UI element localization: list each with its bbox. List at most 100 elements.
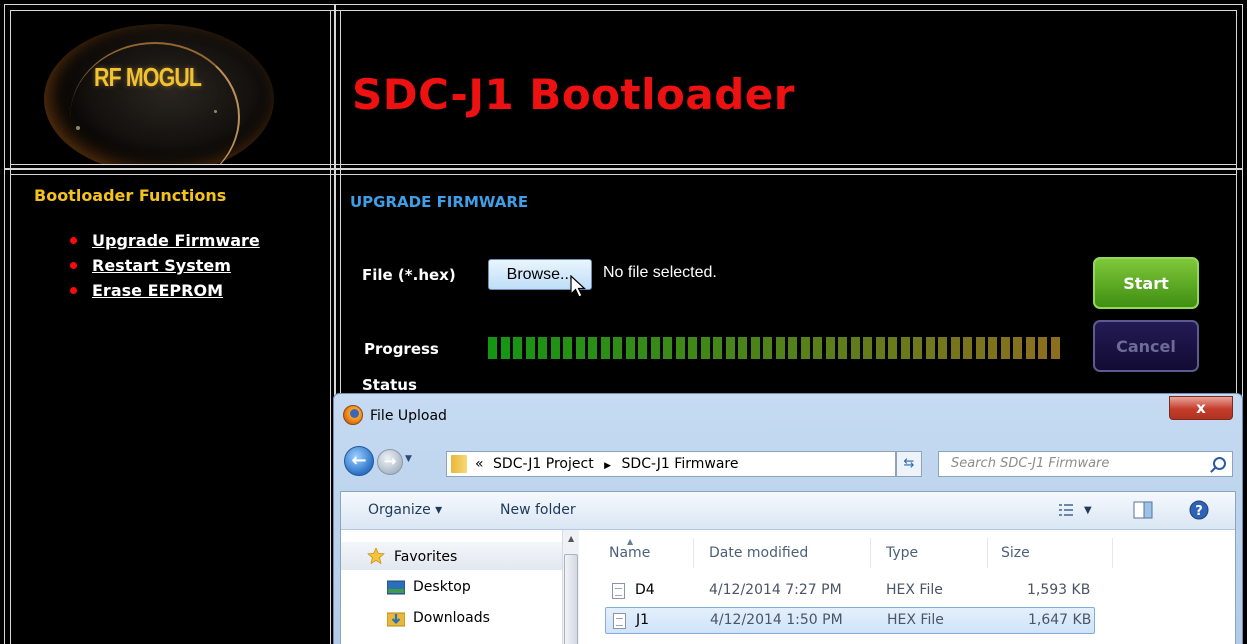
file-row-j1[interactable]: J1 4/12/2014 1:50 PM HEX File 1,647 KB bbox=[605, 607, 1095, 634]
progress-segment bbox=[963, 337, 972, 359]
progress-segment bbox=[925, 337, 935, 359]
star-icon bbox=[367, 548, 385, 564]
search-input[interactable]: Search SDC-J1 Firmware bbox=[938, 451, 1233, 477]
dialog-body: Organize ▾ New folder ▼ ? Favorites Desk… bbox=[340, 491, 1236, 644]
preview-pane-icon[interactable] bbox=[1133, 501, 1153, 519]
help-icon[interactable]: ? bbox=[1189, 500, 1209, 520]
scroll-up-icon[interactable]: ▲ bbox=[568, 534, 574, 543]
column-type[interactable]: Type bbox=[886, 545, 918, 561]
progress-segment bbox=[500, 337, 510, 359]
sidebar-menu: Upgrade Firmware Restart System Erase EE… bbox=[70, 231, 260, 306]
progress-segment bbox=[1025, 337, 1035, 359]
address-overflow[interactable]: « bbox=[475, 456, 484, 472]
view-dropdown-icon[interactable]: ▼ bbox=[1084, 505, 1092, 516]
progress-segment bbox=[600, 337, 610, 359]
column-name[interactable]: Name ▲ bbox=[609, 537, 650, 561]
new-folder-button[interactable]: New folder bbox=[500, 502, 576, 518]
progress-segment bbox=[563, 337, 572, 359]
upgrade-firmware-link[interactable]: Upgrade Firmware bbox=[92, 231, 260, 250]
nav-scrollbar[interactable]: ▲ bbox=[562, 530, 579, 644]
breadcrumb-sdc-j1-firmware[interactable]: SDC-J1 Firmware bbox=[622, 456, 739, 472]
restart-system-link[interactable]: Restart System bbox=[92, 256, 231, 275]
dialog-toolbar: Organize ▾ New folder ▼ ? bbox=[341, 492, 1235, 530]
column-date-modified[interactable]: Date modified bbox=[709, 545, 808, 561]
column-separator bbox=[987, 538, 988, 568]
file-label: File (*.hex) bbox=[362, 266, 456, 284]
progress-segment bbox=[525, 337, 535, 359]
progress-segment bbox=[975, 337, 985, 359]
breadcrumb-sdc-j1-project[interactable]: SDC-J1 Project bbox=[493, 456, 594, 472]
cancel-button[interactable]: Cancel bbox=[1093, 320, 1199, 372]
breadcrumb-separator-icon: ▶ bbox=[604, 461, 612, 471]
logo: RF MOGUL bbox=[14, 14, 330, 164]
progress-segment bbox=[1038, 337, 1047, 359]
navigation-pane: Favorites Desktop Downloads ▲ bbox=[341, 530, 579, 644]
search-placeholder: Search SDC-J1 Firmware bbox=[951, 456, 1110, 471]
back-arrow-icon[interactable]: ← bbox=[344, 446, 374, 476]
progress-segment bbox=[650, 337, 660, 359]
progress-segment bbox=[863, 337, 872, 359]
logo-star bbox=[76, 126, 80, 130]
header-divider-horizontal bbox=[4, 168, 1243, 170]
inner-header-bottom bbox=[10, 164, 1237, 165]
nav-item-desktop[interactable]: Desktop bbox=[341, 574, 562, 602]
progress-segment bbox=[550, 337, 560, 359]
progress-label: Progress bbox=[364, 340, 439, 358]
hex-file-icon bbox=[612, 583, 625, 599]
organize-button[interactable]: Organize ▾ bbox=[368, 502, 442, 518]
forward-arrow-icon[interactable]: → bbox=[377, 449, 403, 475]
dialog-title: File Upload bbox=[370, 408, 447, 424]
file-status-text: No file selected. bbox=[603, 264, 717, 281]
progress-segment bbox=[738, 337, 747, 359]
file-row-d4[interactable]: D4 4/12/2014 7:27 PM HEX File 1,593 KB bbox=[605, 578, 1095, 605]
progress-segment bbox=[575, 337, 585, 359]
progress-segment bbox=[638, 337, 647, 359]
progress-segment bbox=[588, 337, 597, 359]
logo-text: RF MOGUL bbox=[94, 62, 202, 92]
erase-eeprom-link[interactable]: Erase EEPROM bbox=[92, 281, 223, 300]
close-button[interactable]: x bbox=[1169, 396, 1233, 420]
file-name: J1 bbox=[636, 612, 650, 628]
file-size: 1,647 KB bbox=[1028, 612, 1092, 628]
progress-segment bbox=[1013, 337, 1022, 359]
progress-segment bbox=[763, 337, 772, 359]
sort-ascending-icon: ▲ bbox=[627, 537, 634, 546]
view-options-icon[interactable] bbox=[1057, 501, 1077, 519]
inner-frame-left bbox=[10, 10, 11, 644]
refresh-icon[interactable]: ⇆ bbox=[896, 451, 922, 477]
progress-segment bbox=[900, 337, 910, 359]
bullet-icon bbox=[70, 237, 77, 244]
progress-segment bbox=[625, 337, 635, 359]
progress-segment bbox=[713, 337, 722, 359]
bullet-icon bbox=[70, 287, 77, 294]
progress-segment bbox=[488, 337, 497, 359]
progress-segment bbox=[688, 337, 697, 359]
downloads-folder-icon bbox=[387, 612, 405, 627]
progress-fill bbox=[488, 337, 1072, 359]
progress-segment bbox=[675, 337, 685, 359]
nav-item-favorites[interactable]: Favorites bbox=[341, 542, 562, 570]
column-separator bbox=[1112, 538, 1113, 568]
progress-segment bbox=[875, 337, 885, 359]
scroll-thumb[interactable] bbox=[564, 554, 578, 644]
start-button[interactable]: Start bbox=[1093, 257, 1199, 309]
address-bar[interactable]: « SDC-J1 Project ▶ SDC-J1 Firmware ▼ bbox=[446, 451, 984, 477]
column-size[interactable]: Size bbox=[1001, 545, 1030, 561]
folder-icon bbox=[451, 455, 467, 473]
progress-segment bbox=[788, 337, 797, 359]
file-name: D4 bbox=[635, 582, 655, 598]
progress-bar bbox=[488, 337, 1072, 359]
progress-segment bbox=[663, 337, 672, 359]
inner-frame-top bbox=[10, 10, 1237, 11]
nav-label-favorites: Favorites bbox=[394, 549, 458, 565]
progress-segment bbox=[750, 337, 760, 359]
search-icon[interactable] bbox=[1213, 457, 1226, 470]
file-type: HEX File bbox=[886, 582, 943, 598]
status-label: Status bbox=[362, 376, 417, 394]
recent-pages-dropdown-icon[interactable]: ▼ bbox=[405, 454, 412, 464]
nav-item-downloads[interactable]: Downloads bbox=[341, 605, 562, 633]
file-type: HEX File bbox=[887, 612, 944, 628]
file-upload-dialog: File Upload x ← → ▼ « SDC-J1 Project ▶ S… bbox=[333, 393, 1243, 644]
progress-segment bbox=[850, 337, 860, 359]
file-date: 4/12/2014 1:50 PM bbox=[710, 612, 843, 628]
